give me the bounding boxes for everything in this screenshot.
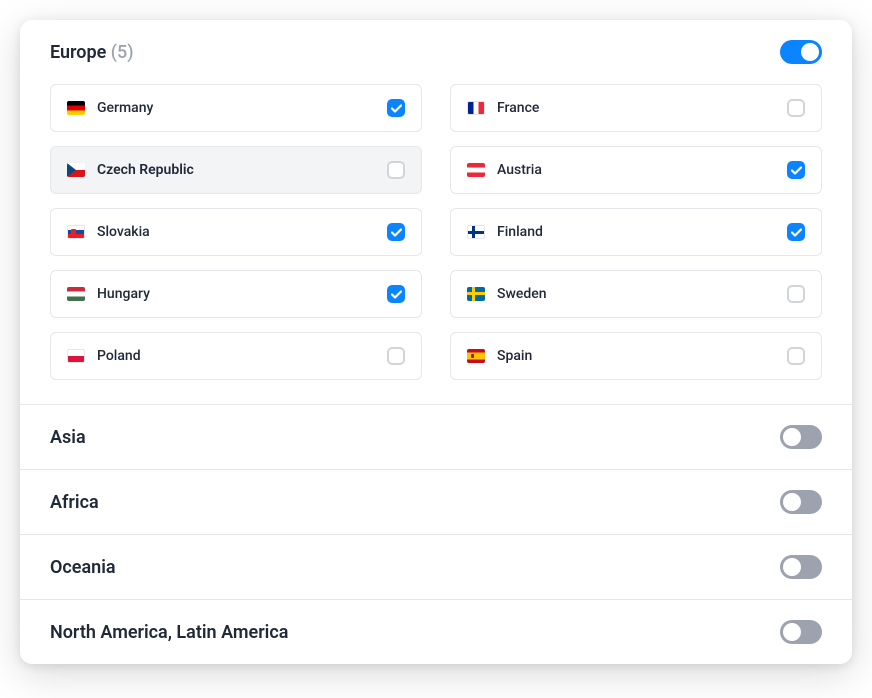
country-left: Sweden [467,286,547,302]
austria-flag-icon [467,163,485,177]
poland-flag-icon [67,349,85,363]
slovakia-flag-icon [67,225,85,239]
region-title: Oceania [50,557,116,578]
toggle-knob [783,428,801,446]
country-left: Poland [67,348,141,364]
region-title: Africa [50,492,99,513]
germany-flag-icon [67,101,85,115]
country-left: France [467,100,539,116]
france-flag-icon [467,101,485,115]
country-label: Finland [497,224,543,240]
country-item[interactable]: Hungary [50,270,422,318]
country-checkbox[interactable] [387,161,405,179]
hungary-flag-icon [67,287,85,301]
country-checkbox[interactable] [387,99,405,117]
country-item[interactable]: Austria [450,146,822,194]
toggle-knob [783,558,801,576]
country-checkbox[interactable] [387,223,405,241]
region-selector-card: Europe (5) Germany France Czech Republic Aus… [20,20,852,664]
country-left: Germany [67,100,153,116]
region-title: North America, Latin America [50,622,288,643]
country-item[interactable]: Czech Republic [50,146,422,194]
country-item[interactable]: Poland [50,332,422,380]
country-label: Hungary [97,286,150,302]
region-title: Europe (5) [50,42,134,63]
region-header: North America, Latin America [20,600,852,664]
toggle-knob [783,623,801,641]
region-count: (5) [111,42,134,63]
region-name: Asia [50,427,86,448]
region-section: Africa [20,470,852,535]
country-label: Poland [97,348,141,364]
region-header: Asia [20,405,852,469]
country-left: Hungary [67,286,150,302]
region-section: North America, Latin America [20,600,852,664]
region-toggle[interactable] [780,425,822,449]
country-checkbox[interactable] [787,99,805,117]
country-item[interactable]: France [450,84,822,132]
country-checkbox[interactable] [387,347,405,365]
country-left: Czech Republic [67,162,194,178]
country-left: Austria [467,162,542,178]
country-label: Sweden [497,286,547,302]
region-header: Oceania [20,535,852,599]
region-section: Asia [20,405,852,470]
region-title: Asia [50,427,86,448]
country-label: France [497,100,539,116]
country-label: Germany [97,100,153,116]
country-left: Finland [467,224,543,240]
region-toggle[interactable] [780,40,822,64]
sweden-flag-icon [467,287,485,301]
region-name: Europe [50,42,106,63]
country-left: Spain [467,348,532,364]
country-left: Slovakia [67,224,150,240]
country-label: Czech Republic [97,162,194,178]
country-label: Slovakia [97,224,150,240]
czech-flag-icon [67,163,85,177]
toggle-knob [783,493,801,511]
country-label: Spain [497,348,532,364]
region-name: North America, Latin America [50,622,288,643]
country-item[interactable]: Sweden [450,270,822,318]
region-toggle[interactable] [780,620,822,644]
country-item[interactable]: Slovakia [50,208,422,256]
country-item[interactable]: Germany [50,84,422,132]
country-checkbox[interactable] [787,285,805,303]
country-checkbox[interactable] [387,285,405,303]
region-toggle[interactable] [780,490,822,514]
country-checkbox[interactable] [787,223,805,241]
country-item[interactable]: Finland [450,208,822,256]
region-name: Africa [50,492,99,513]
region-name: Oceania [50,557,116,578]
region-toggle[interactable] [780,555,822,579]
spain-flag-icon [467,349,485,363]
country-item[interactable]: Spain [450,332,822,380]
region-section: Oceania [20,535,852,600]
country-label: Austria [497,162,542,178]
region-section: Europe (5) Germany France Czech Republic Aus… [20,20,852,405]
country-checkbox[interactable] [787,161,805,179]
finland-flag-icon [467,225,485,239]
country-grid: Germany France Czech Republic Austria Slovak… [20,84,852,404]
region-header: Europe (5) [20,20,852,84]
country-checkbox[interactable] [787,347,805,365]
region-header: Africa [20,470,852,534]
toggle-knob [801,43,819,61]
